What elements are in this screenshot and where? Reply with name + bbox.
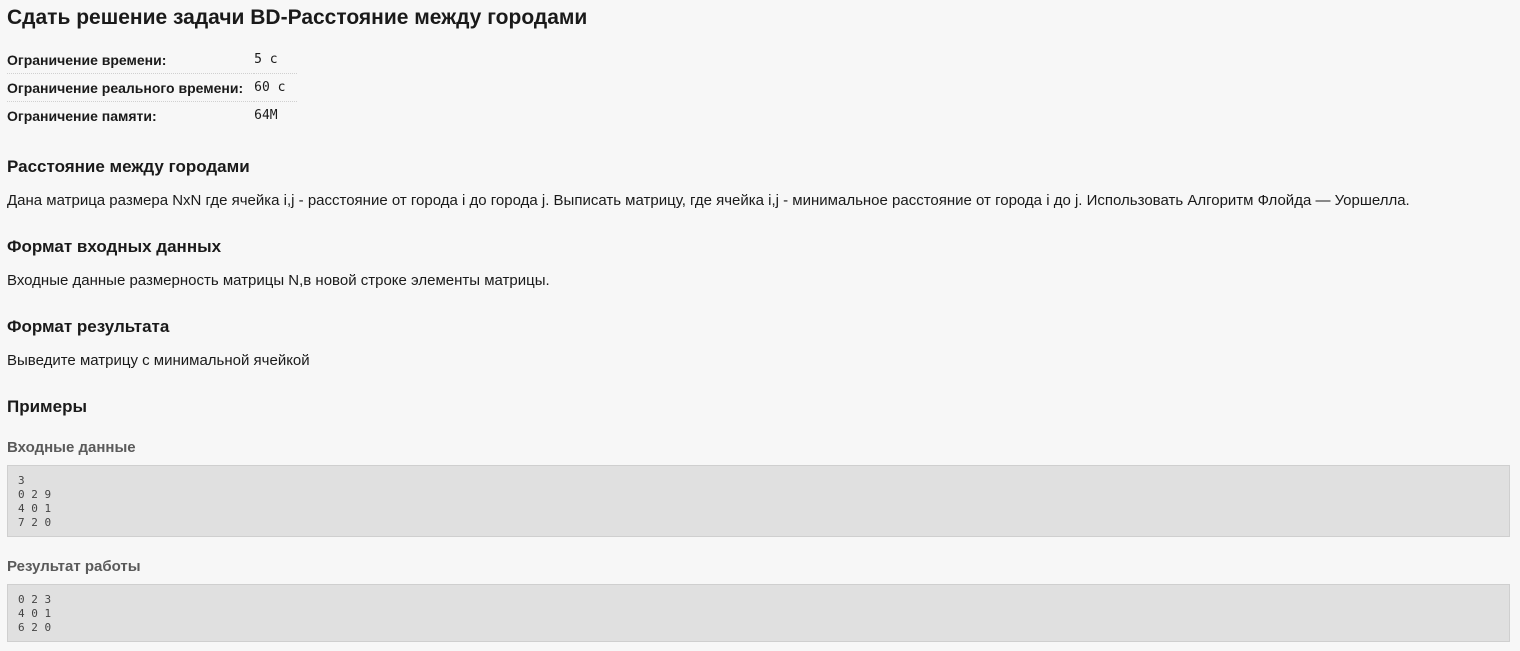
- input-format-heading: Формат входных данных: [7, 237, 222, 256]
- limit-row-real-time: Ограничение реального времени: 60 с: [7, 73, 298, 102]
- memory-limit-label: Ограничение памяти:: [7, 107, 157, 124]
- example-output-label: Результат работы: [7, 558, 141, 575]
- example-input-label: Входные данные: [7, 439, 136, 456]
- problem-statement: Дана матрица размера NxN где ячейка i,j …: [7, 192, 1410, 209]
- example-output-block[interactable]: 0 2 3 4 0 1 6 2 0: [7, 584, 1510, 642]
- input-format-text: Входные данные размерность матрицы N,в н…: [7, 272, 550, 289]
- time-limit-label: Ограничение времени:: [7, 46, 255, 74]
- limit-row-memory: Ограничение памяти: 64M: [7, 102, 297, 130]
- output-format-text: Выведите матрицу с минимальной ячейкой: [7, 352, 310, 369]
- real-time-limit-label: Ограничение реального времени:: [7, 73, 255, 102]
- output-format-heading: Формат результата: [7, 317, 170, 336]
- examples-heading: Примеры: [7, 397, 87, 416]
- example-input-block[interactable]: 3 0 2 9 4 0 1 7 2 0: [7, 465, 1510, 537]
- problem-heading: Расстояние между городами: [7, 157, 250, 176]
- time-limit-value: 5 с: [254, 46, 298, 74]
- limits-table: Ограничение времени: 5 с Ограничение реа…: [7, 46, 298, 130]
- page-title: Сдать решение задачи BD-Расстояние между…: [7, 6, 588, 29]
- limit-row-time: Ограничение времени: 5 с: [7, 46, 298, 74]
- memory-limit-value: 64M: [254, 108, 278, 123]
- real-time-limit-value: 60 с: [254, 73, 298, 102]
